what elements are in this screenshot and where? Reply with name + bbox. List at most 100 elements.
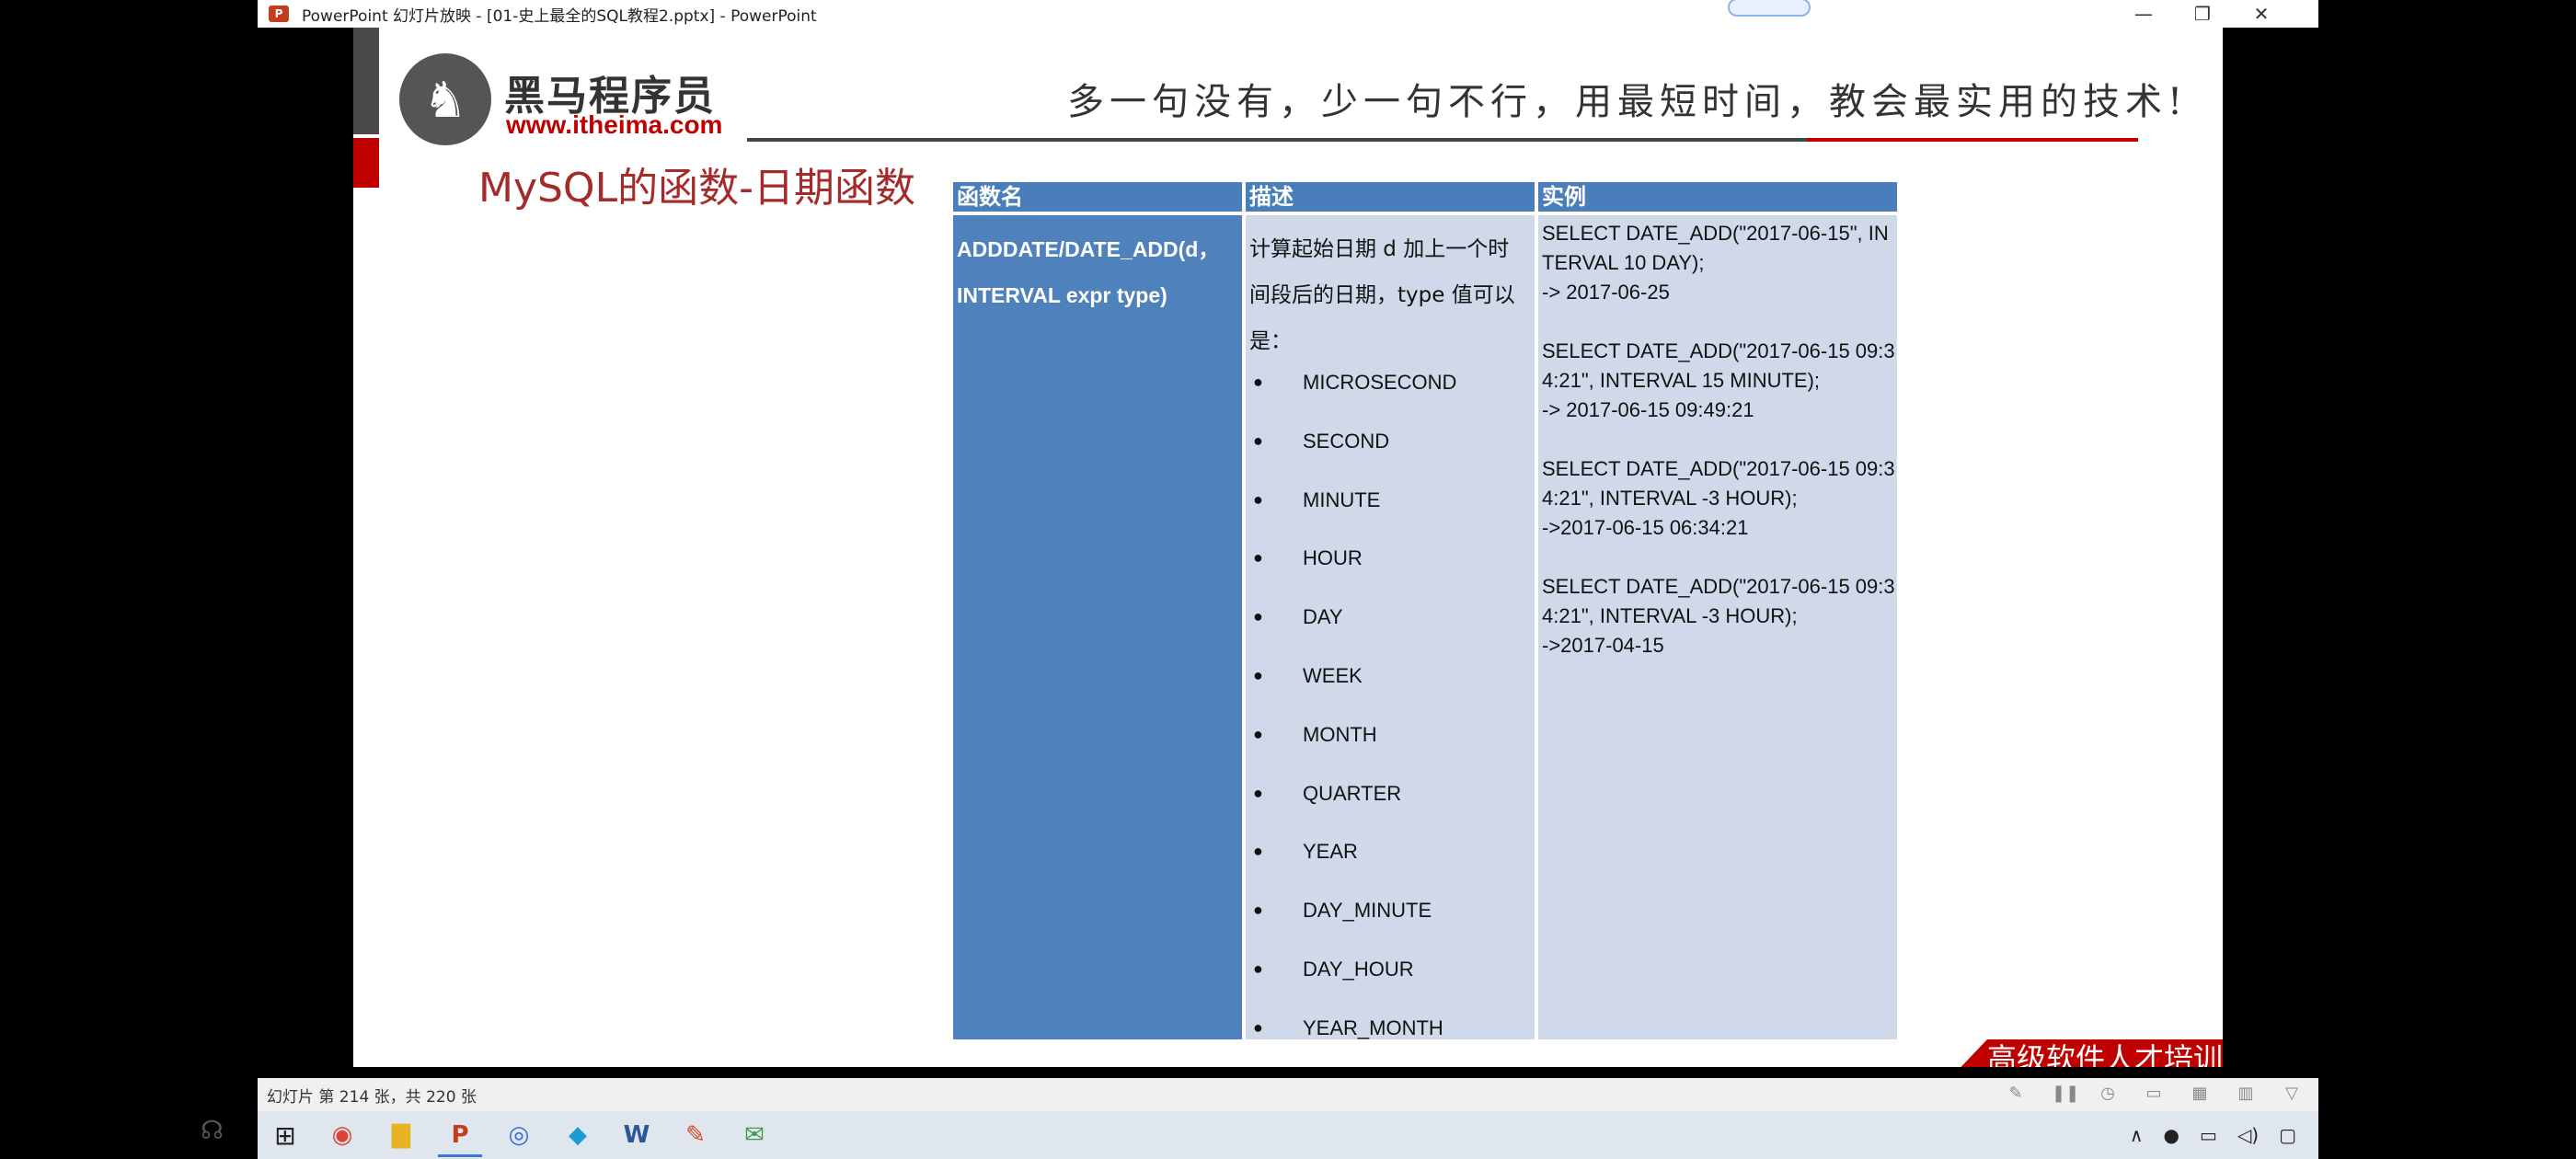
powerpoint-window: P PowerPoint 幻灯片放映 - [01-史上最全的SQL教程2.ppt… bbox=[258, 0, 2318, 1159]
powerpoint-icon[interactable]: P bbox=[431, 1111, 489, 1159]
example-line: SELECT DATE_ADD("2017-06-15 09:3 bbox=[1542, 339, 1895, 362]
bullet-icon: ● bbox=[1253, 783, 1263, 802]
table-column-description: 描述 计算起始日期 d 加上一个时 间段后的日期，type 值可以 是： ● MI… bbox=[1246, 182, 1535, 1039]
example-line: ->2017-06-15 06:34:21 bbox=[1542, 516, 1749, 539]
user-icon: ☊ bbox=[201, 1115, 224, 1145]
list-item: ● DAY bbox=[1246, 588, 1535, 647]
example-line: 4:21", INTERVAL -3 HOUR); bbox=[1542, 604, 1798, 627]
restore-button[interactable]: ❐ bbox=[2173, 0, 2232, 28]
function-name: ADDDATE/DATE_ADD(d， INTERVAL expr type) bbox=[957, 226, 1233, 318]
function-name-line: INTERVAL expr type) bbox=[957, 283, 1167, 307]
type-value: MICROSECOND bbox=[1303, 371, 1457, 394]
header-divider-accent bbox=[1807, 138, 2138, 142]
bullet-icon: ● bbox=[1253, 607, 1263, 626]
pause-icon[interactable]: ❚❚ bbox=[2052, 1084, 2079, 1104]
reading-view-icon[interactable]: ▥ bbox=[2236, 1084, 2256, 1104]
example-line: SELECT DATE_ADD("2017-06-15 09:3 bbox=[1542, 457, 1895, 480]
network-icon[interactable]: ▭ bbox=[2200, 1124, 2217, 1146]
table-cell-function-name: ADDDATE/DATE_ADD(d， INTERVAL expr type) bbox=[953, 215, 1242, 1039]
list-item: ● MICROSECOND bbox=[1246, 353, 1535, 412]
example-line: 4:21", INTERVAL -3 HOUR); bbox=[1542, 487, 1798, 510]
example-line: SELECT DATE_ADD("2017-06-15", IN bbox=[1542, 222, 1889, 245]
app-icon-red[interactable]: ✎ bbox=[666, 1111, 725, 1159]
word-icon[interactable]: W bbox=[607, 1111, 666, 1159]
type-value: SECOND bbox=[1303, 429, 1390, 453]
list-item: ● MINUTE bbox=[1246, 471, 1535, 530]
bullet-icon: ● bbox=[1253, 430, 1263, 450]
minimize-button[interactable]: — bbox=[2114, 0, 2173, 28]
app-icon-green[interactable]: ✉ bbox=[725, 1111, 784, 1159]
slide-side-bar-red bbox=[353, 138, 379, 188]
bullet-icon: ● bbox=[1253, 373, 1263, 391]
example-block: SELECT DATE_ADD("2017-06-15 09:3 4:21", … bbox=[1542, 454, 1895, 543]
timer-icon[interactable]: ◷ bbox=[2098, 1084, 2118, 1104]
function-name-line: ADDDATE/DATE_ADD(d， bbox=[957, 237, 1220, 261]
type-value: YEAR_MONTH bbox=[1303, 1016, 1443, 1039]
notification-icon[interactable]: ▢ bbox=[2279, 1124, 2296, 1146]
title-bar[interactable]: P PowerPoint 幻灯片放映 - [01-史上最全的SQL教程2.ppt… bbox=[258, 0, 2318, 28]
example-line: SELECT DATE_ADD("2017-06-15 09:3 bbox=[1542, 575, 1895, 598]
horse-logo-icon: ♞ bbox=[399, 53, 491, 145]
example-line: TERVAL 10 DAY); bbox=[1542, 251, 1705, 274]
description-text: 计算起始日期 d 加上一个时 间段后的日期，type 值可以 是： bbox=[1249, 226, 1531, 364]
notes-icon[interactable]: ✎ bbox=[2006, 1084, 2026, 1104]
slide-sorter-icon[interactable]: ▦ bbox=[2190, 1084, 2210, 1104]
chevron-up-icon[interactable]: ∧ bbox=[2130, 1124, 2144, 1146]
function-table: 函数名 ADDDATE/DATE_ADD(d， INTERVAL expr ty… bbox=[953, 182, 1897, 1039]
type-value: DAY bbox=[1303, 605, 1343, 629]
example-line: -> 2017-06-25 bbox=[1542, 281, 1670, 304]
example-line: ->2017-04-15 bbox=[1542, 634, 1664, 657]
windows-icon[interactable]: ⊞ bbox=[258, 1111, 313, 1159]
type-value: DAY_HOUR bbox=[1303, 957, 1414, 981]
table-cell-description: 计算起始日期 d 加上一个时 间段后的日期，type 值可以 是： ● MICRO… bbox=[1246, 215, 1535, 1039]
bullet-icon: ● bbox=[1253, 489, 1263, 509]
table-header-cell: 描述 bbox=[1246, 182, 1535, 212]
slide-counter: 幻灯片 第 214 张，共 220 张 bbox=[267, 1087, 477, 1107]
status-bar-icons: ✎ ❚❚ ◷ ▭ ▦ ▥ ▽ bbox=[2006, 1084, 2302, 1104]
example-block: SELECT DATE_ADD("2017-06-15", IN TERVAL … bbox=[1542, 219, 1892, 307]
table-header-cell: 函数名 bbox=[953, 182, 1242, 212]
header-divider bbox=[747, 138, 1818, 142]
list-item: ● SECOND bbox=[1246, 412, 1535, 471]
bullet-icon: ● bbox=[1253, 842, 1263, 861]
description-line: 计算起始日期 d 加上一个时 bbox=[1249, 237, 1510, 261]
example-block: SELECT DATE_ADD("2017-06-15 09:3 4:21", … bbox=[1542, 572, 1895, 660]
slide-side-bar-gray bbox=[353, 28, 379, 134]
table-column-function-name: 函数名 ADDDATE/DATE_ADD(d， INTERVAL expr ty… bbox=[953, 182, 1242, 1039]
type-value: WEEK bbox=[1303, 663, 1363, 687]
bullet-icon: ● bbox=[1253, 724, 1263, 743]
powerpoint-app-icon: P bbox=[269, 6, 289, 22]
close-button[interactable]: ✕ bbox=[2232, 0, 2291, 28]
list-item: ● HOUR bbox=[1246, 529, 1535, 588]
list-item: ● DAY_HOUR bbox=[1246, 940, 1535, 999]
list-item: ● QUARTER bbox=[1246, 764, 1535, 823]
bullet-icon: ● bbox=[1253, 665, 1263, 684]
file-explorer-icon[interactable]: ▇ bbox=[372, 1111, 431, 1159]
bullet-icon: ● bbox=[1253, 901, 1263, 920]
list-item: ● WEEK bbox=[1246, 647, 1535, 706]
example-line: 4:21", INTERVAL 15 MINUTE); bbox=[1542, 369, 1821, 392]
slideshow-icon[interactable]: ▽ bbox=[2282, 1084, 2302, 1104]
app-icon-cyan[interactable]: ◆ bbox=[548, 1111, 607, 1159]
footer-banner: 高级软件人才培训专家 bbox=[1950, 1039, 2223, 1067]
list-item: ● YEAR bbox=[1246, 822, 1535, 881]
logo-url: www.itheima.com bbox=[506, 110, 723, 139]
type-value: YEAR bbox=[1303, 840, 1358, 864]
type-list: ● MICROSECOND ● SECOND ● MINUTE ● HOUR ● DAY … bbox=[1246, 353, 1535, 1058]
chrome-icon[interactable]: ◉ bbox=[313, 1111, 372, 1159]
slide-canvas[interactable]: ♞ 黑马程序员 www.itheima.com 多一句没有，少一句不行，用最短时… bbox=[353, 28, 2223, 1067]
microphone-icon[interactable]: ● bbox=[2164, 1124, 2179, 1146]
bullet-icon: ● bbox=[1253, 958, 1263, 978]
window-title: PowerPoint 幻灯片放映 - [01-史上最全的SQL教程2.pptx]… bbox=[302, 6, 817, 26]
touch-indicator-pill bbox=[1728, 0, 1811, 17]
system-tray: ∧ ● ▭ ◁) ▢ bbox=[2130, 1111, 2296, 1159]
status-bar: 幻灯片 第 214 张，共 220 张 ✎ ❚❚ ◷ ▭ ▦ ▥ ▽ bbox=[258, 1078, 2318, 1111]
slide-title: MySQL的函数-日期函数 bbox=[478, 165, 915, 212]
slogan: 多一句没有，少一句不行，用最短时间，教会最实用的技术! bbox=[1067, 81, 2189, 123]
table-cell-examples: SELECT DATE_ADD("2017-06-15", IN TERVAL … bbox=[1538, 215, 1897, 1039]
app-icon-blue[interactable]: ◎ bbox=[489, 1111, 548, 1159]
normal-view-icon[interactable]: ▭ bbox=[2144, 1084, 2164, 1104]
table-column-examples: 实例 SELECT DATE_ADD("2017-06-15", IN TERV… bbox=[1538, 182, 1897, 1039]
volume-icon[interactable]: ◁) bbox=[2237, 1124, 2259, 1146]
description-line: 间段后的日期，type 值可以 bbox=[1249, 283, 1515, 307]
